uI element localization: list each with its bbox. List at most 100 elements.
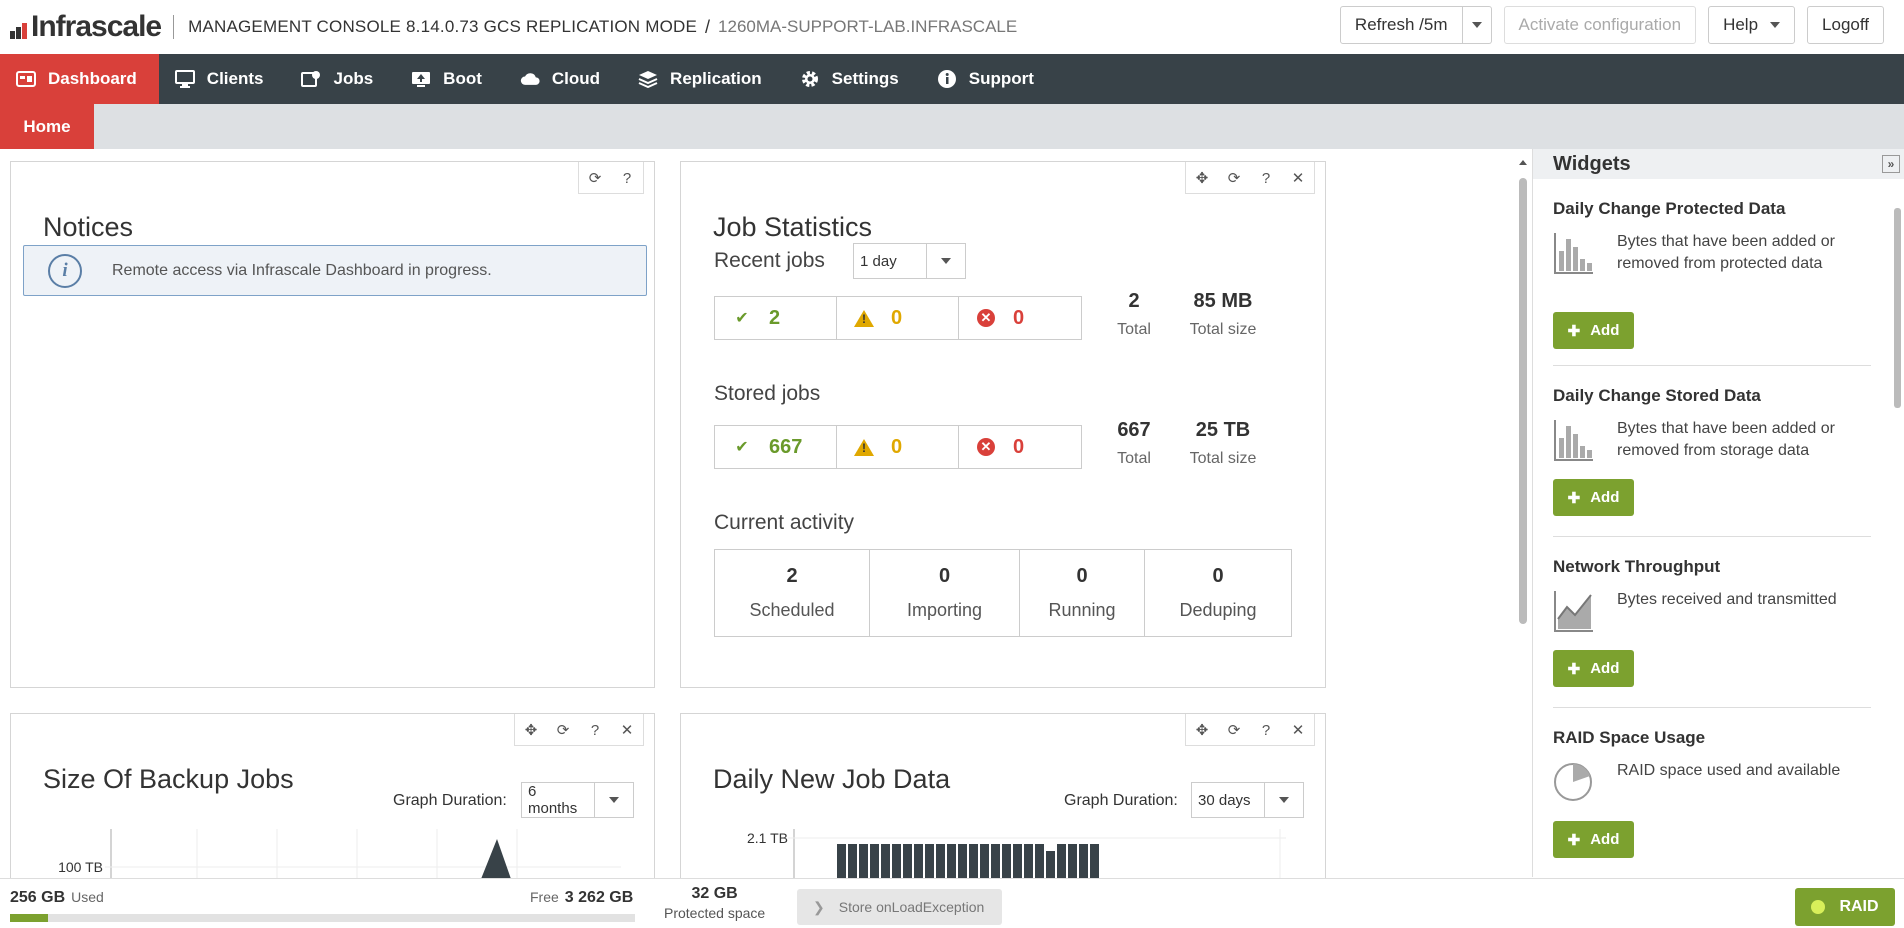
refresh-button[interactable]: Refresh /5m: [1339, 6, 1463, 44]
close-icon[interactable]: ✕: [1282, 714, 1314, 746]
daily-duration-select[interactable]: 30 days: [1191, 782, 1304, 818]
refresh-icon[interactable]: ⟳: [1218, 162, 1250, 194]
logoff-button[interactable]: Logoff: [1807, 6, 1884, 44]
chart-area: [481, 839, 511, 879]
chart-bar: [914, 844, 923, 879]
raid-status-button[interactable]: RAID: [1795, 888, 1895, 926]
recent-total: 2 Total: [1109, 290, 1159, 339]
help-icon[interactable]: ?: [1250, 162, 1282, 194]
host-name: 1260MA-SUPPORT-LAB.INFRASCALE: [718, 17, 1018, 36]
store-status-button[interactable]: ❯ Store onLoadException: [797, 889, 1002, 925]
scrollbar-thumb[interactable]: [1519, 178, 1527, 624]
stored-ok-cell[interactable]: ✔ 667: [715, 426, 837, 468]
recent-ok-cell[interactable]: ✔ 2: [715, 297, 837, 339]
error-icon: ✕: [959, 309, 1013, 327]
replication-icon: [638, 70, 658, 88]
logo-text: Infrascale: [31, 10, 162, 43]
recent-warn-cell[interactable]: 0: [837, 297, 959, 339]
collapse-sidebar-icon[interactable]: »: [1882, 155, 1900, 173]
panel-tools: ⟳ ?: [578, 162, 644, 194]
help-icon[interactable]: ?: [611, 162, 643, 194]
recent-total-value: 2: [1128, 290, 1140, 312]
top-bar: Infrascale MANAGEMENT CONSOLE 8.14.0.73 …: [0, 0, 1904, 54]
activity-importing: 0 Importing: [870, 550, 1020, 636]
widget-raid-space-usage: RAID Space Usage RAID space used and ava…: [1553, 728, 1871, 858]
close-icon[interactable]: ✕: [611, 714, 643, 746]
error-icon: ✕: [959, 438, 1013, 456]
nav-item-jobs[interactable]: Jobs: [285, 54, 395, 104]
chart-bar: [969, 844, 978, 879]
help-icon[interactable]: ?: [579, 714, 611, 746]
widget-network-throughput: Network Throughput Bytes received and tr…: [1553, 557, 1871, 687]
chart-bar: [870, 844, 879, 879]
nav-label: Support: [968, 69, 1034, 88]
bar-chart-icon: [1554, 233, 1593, 274]
refresh-icon[interactable]: ⟳: [547, 714, 579, 746]
widgets-title: Widgets: [1553, 152, 1631, 175]
move-icon[interactable]: ✥: [1186, 714, 1218, 746]
dashboard-scrollbar[interactable]: [1516, 156, 1530, 871]
y-tick-label: 100 TB: [58, 859, 103, 875]
scroll-up-icon[interactable]: [1518, 158, 1528, 166]
activity-label: Importing: [906, 600, 983, 620]
backup-duration-select[interactable]: 6 months: [521, 782, 634, 818]
move-icon[interactable]: ✥: [1186, 162, 1218, 194]
add-label: Add: [1590, 660, 1620, 677]
widget-title: RAID Space Usage: [1553, 728, 1706, 747]
nav-item-clients[interactable]: Clients: [159, 54, 286, 104]
scrollbar-thumb[interactable]: [1894, 208, 1901, 408]
title-separator: /: [705, 16, 711, 37]
move-icon[interactable]: ✥: [515, 714, 547, 746]
notice-alert: i Remote access via Infrascale Dashboard…: [23, 245, 647, 296]
add-label: Add: [1590, 831, 1620, 848]
add-widget-button[interactable]: ✚ Add: [1553, 821, 1634, 858]
add-widget-button[interactable]: ✚ Add: [1553, 312, 1634, 349]
storage-progress-bar: [10, 914, 635, 922]
recent-period-select[interactable]: 1 day: [853, 243, 966, 279]
tab-home[interactable]: Home: [0, 104, 94, 149]
current-activity: 2 Scheduled 0 Importing 0 Running 0 Dedu…: [714, 549, 1292, 637]
boot-icon: [411, 70, 431, 88]
close-icon[interactable]: ✕: [1282, 162, 1314, 194]
nav-item-support[interactable]: Support: [921, 54, 1056, 104]
recent-size-label: Total size: [1189, 321, 1257, 338]
recent-err-cell[interactable]: ✕ 0: [959, 297, 1081, 339]
nav-item-boot[interactable]: Boot: [395, 54, 504, 104]
widgets-scrollbar[interactable]: [1893, 190, 1901, 860]
nav-item-cloud[interactable]: Cloud: [504, 54, 622, 104]
job-statistics-panel: ✥ ⟳ ? ✕ Job Statistics Recent jobs 1 day…: [680, 161, 1326, 688]
help-button[interactable]: Help: [1708, 6, 1796, 44]
panel-tools: ✥ ⟳ ? ✕: [1185, 162, 1315, 194]
widget-description: RAID space used and available: [1617, 762, 1841, 779]
help-icon[interactable]: ?: [1250, 714, 1282, 746]
plus-icon: ✚: [1567, 489, 1581, 507]
nav-label: Clients: [206, 69, 264, 88]
bar-chart-icon: [1554, 420, 1593, 461]
nav-item-replication[interactable]: Replication: [622, 54, 784, 104]
stored-total-label: Total: [1117, 450, 1151, 467]
refresh-icon[interactable]: ⟳: [579, 162, 611, 194]
status-dot-icon: [1811, 900, 1826, 914]
add-widget-button[interactable]: ✚ Add: [1553, 650, 1634, 687]
chart-bar: [1013, 844, 1022, 879]
refresh-dropdown-button[interactable]: [1462, 6, 1492, 44]
stored-err-cell[interactable]: ✕ 0: [959, 426, 1081, 468]
activity-scheduled: 2 Scheduled: [715, 550, 870, 636]
add-label: Add: [1590, 322, 1620, 339]
chevron-down-icon: [927, 244, 965, 278]
chart-bar: [848, 844, 857, 879]
nav-item-dashboard[interactable]: Dashboard: [0, 54, 159, 104]
stored-size: 25 TB Total size: [1178, 419, 1268, 468]
chart-bars: [837, 844, 1099, 879]
chart-bar: [1079, 844, 1088, 879]
daily-new-chart: 2.1 TB: [747, 829, 1286, 879]
widget-description: Bytes received and transmitted: [1617, 591, 1837, 608]
add-widget-button[interactable]: ✚ Add: [1553, 479, 1634, 516]
stored-warn-cell[interactable]: 0: [837, 426, 959, 468]
protected-space: 32 GB Protected space: [664, 885, 765, 921]
nav-item-settings[interactable]: Settings: [784, 54, 921, 104]
activate-configuration-button[interactable]: Activate configuration: [1503, 6, 1697, 44]
refresh-icon[interactable]: ⟳: [1218, 714, 1250, 746]
activity-label: Deduping: [1179, 600, 1257, 620]
widget-title: Daily Change Stored Data: [1553, 386, 1761, 405]
